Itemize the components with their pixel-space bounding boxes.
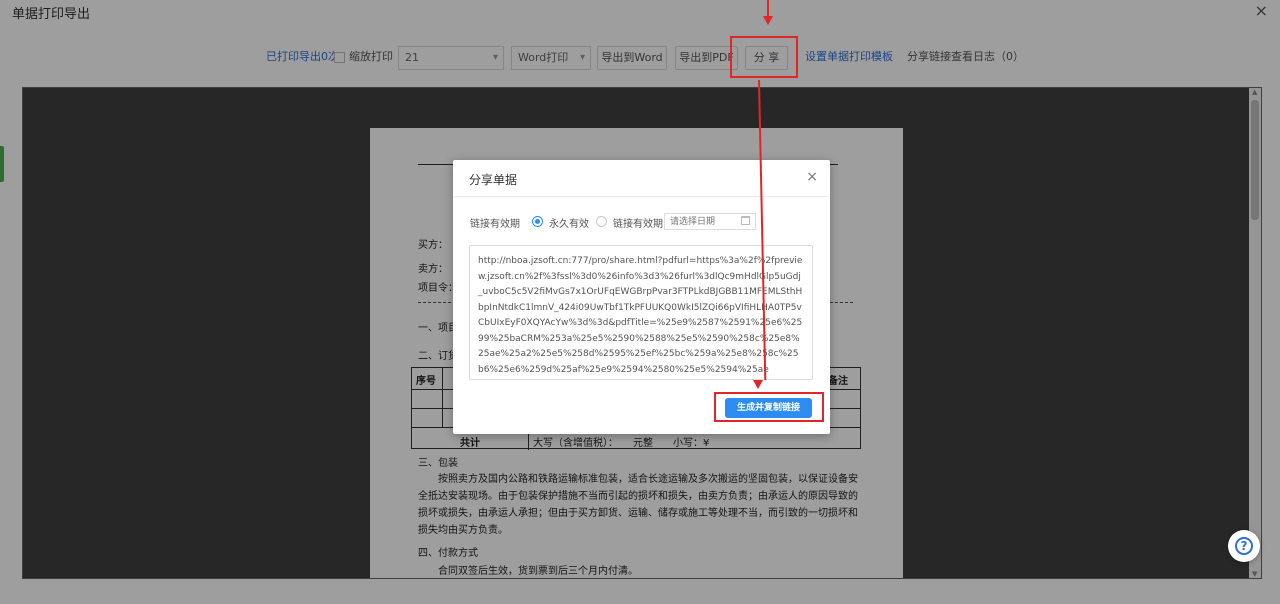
annotation-arrow-bottom (753, 380, 763, 389)
validity-label: 链接有效期 (470, 219, 520, 230)
annotation-box-generate (714, 392, 824, 422)
dialog-header: 分享单据 × (453, 160, 830, 197)
help-button[interactable]: ? (1228, 530, 1260, 562)
permanent-radio-label[interactable]: 永久有效 (549, 215, 589, 230)
permanent-radio[interactable] (532, 216, 543, 227)
annotation-box-share (730, 36, 798, 78)
help-icon: ? (1235, 537, 1253, 555)
period-radio-label[interactable]: 链接有效期 (613, 215, 663, 230)
close-icon[interactable]: × (806, 169, 818, 185)
annotation-arrow-top (763, 16, 773, 25)
dialog-title: 分享单据 (469, 173, 518, 187)
calendar-icon[interactable] (741, 216, 750, 225)
period-radio[interactable] (596, 216, 607, 227)
